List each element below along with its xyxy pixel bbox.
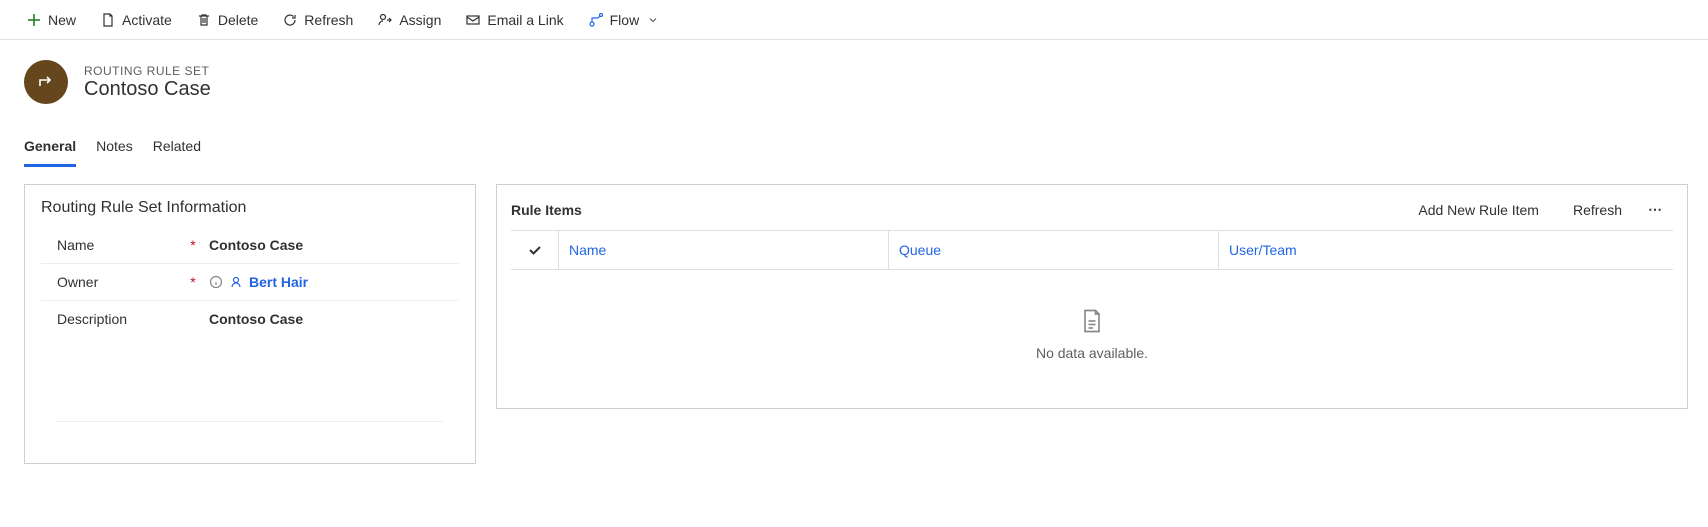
new-label: New: [48, 12, 76, 28]
record-title: Contoso Case: [84, 78, 211, 101]
owner-row: Owner * Bert Hair: [41, 264, 459, 301]
check-icon: [527, 242, 543, 258]
assign-label: Assign: [399, 12, 441, 28]
chevron-down-icon: [645, 12, 661, 28]
flow-icon: [588, 12, 604, 28]
grid-header-row: Name Queue User/Team: [511, 230, 1673, 270]
select-all-column[interactable]: [511, 231, 559, 269]
form-content: ROUTING RULE SET Contoso Case General No…: [0, 40, 1708, 474]
refresh-icon: [282, 12, 298, 28]
flow-label: Flow: [610, 12, 640, 28]
empty-text: No data available.: [1036, 345, 1148, 361]
column-user-team[interactable]: User/Team: [1219, 231, 1673, 269]
assign-icon: [377, 12, 393, 28]
owner-label: Owner: [57, 274, 187, 290]
name-row: Name * Contoso Case: [41, 227, 459, 264]
trash-icon: [196, 12, 212, 28]
record-header: ROUTING RULE SET Contoso Case: [24, 60, 1688, 104]
entity-avatar: [24, 60, 68, 104]
description-row: Description Contoso Case: [41, 301, 459, 421]
tab-list: General Notes Related: [24, 132, 1688, 168]
command-bar: New Activate Delete Refresh Assign Email…: [0, 0, 1708, 40]
tab-notes[interactable]: Notes: [96, 132, 133, 167]
column-queue[interactable]: Queue: [889, 231, 1219, 269]
refresh-label: Refresh: [304, 12, 353, 28]
add-rule-item-label: Add New Rule Item: [1418, 202, 1539, 218]
empty-state: No data available.: [511, 270, 1673, 408]
grid-refresh-button[interactable]: Refresh: [1555, 198, 1632, 222]
name-label: Name: [57, 237, 187, 253]
person-icon: [229, 275, 243, 289]
description-label: Description: [57, 311, 187, 327]
more-icon: ⋯: [1648, 201, 1663, 218]
document-icon: [1078, 307, 1106, 335]
info-icon: [209, 275, 223, 289]
document-icon: [100, 12, 116, 28]
section-title: Routing Rule Set Information: [41, 199, 459, 217]
mail-icon: [465, 12, 481, 28]
tab-general[interactable]: General: [24, 132, 76, 167]
required-indicator: *: [187, 274, 199, 290]
add-rule-item-button[interactable]: Add New Rule Item: [1400, 198, 1549, 222]
more-actions-button[interactable]: ⋯: [1638, 197, 1673, 222]
grid-refresh-label: Refresh: [1573, 202, 1622, 218]
name-field[interactable]: Contoso Case: [199, 237, 443, 253]
rule-items-card: Rule Items Add New Rule Item Refresh: [496, 184, 1688, 409]
delete-label: Delete: [218, 12, 258, 28]
plus-icon: [26, 12, 42, 28]
tab-related[interactable]: Related: [153, 132, 201, 167]
flow-button[interactable]: Flow: [578, 4, 672, 36]
owner-field[interactable]: Bert Hair: [199, 274, 443, 290]
required-indicator: *: [187, 237, 199, 253]
assign-button[interactable]: Assign: [367, 4, 451, 36]
delete-button[interactable]: Delete: [186, 4, 268, 36]
column-name[interactable]: Name: [559, 231, 889, 269]
routing-rule-info-card: Routing Rule Set Information Name * Cont…: [24, 184, 476, 464]
owner-link[interactable]: Bert Hair: [249, 274, 308, 290]
refresh-button[interactable]: Refresh: [272, 4, 363, 36]
activate-button[interactable]: Activate: [90, 4, 182, 36]
rule-items-title: Rule Items: [511, 202, 582, 218]
email-link-button[interactable]: Email a Link: [455, 4, 573, 36]
new-button[interactable]: New: [16, 4, 86, 36]
activate-label: Activate: [122, 12, 172, 28]
route-icon: [36, 72, 56, 92]
email-link-label: Email a Link: [487, 12, 563, 28]
description-field[interactable]: Contoso Case: [199, 311, 443, 327]
entity-type-label: ROUTING RULE SET: [84, 64, 211, 78]
